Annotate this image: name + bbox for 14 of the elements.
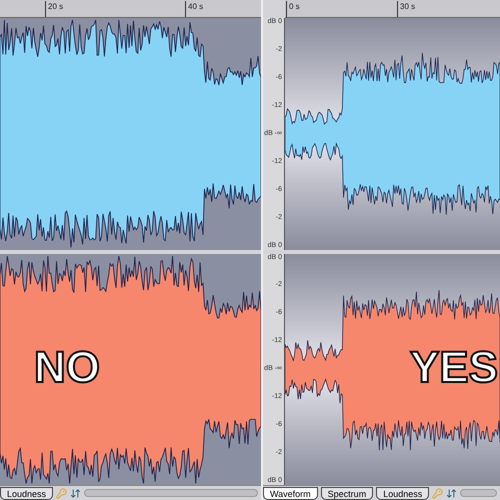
caption: YES — [410, 346, 498, 390]
view-tab[interactable]: Waveform — [263, 486, 318, 500]
view-tab[interactable]: Loudness — [0, 486, 54, 500]
arrows-icon[interactable] — [446, 488, 458, 498]
scrollbar[interactable] — [84, 489, 258, 497]
ruler-label: 40 s — [185, 1, 204, 17]
arrows-icon[interactable] — [70, 488, 82, 498]
caption: NO — [34, 346, 100, 390]
ruler-label: 0 s — [286, 1, 300, 17]
view-tab[interactable]: Loudness — [376, 486, 430, 500]
view-tab[interactable]: Spectrum — [320, 486, 374, 500]
ruler-label: 20 s — [45, 1, 64, 17]
ruler-label: 30 s — [397, 1, 416, 17]
scrollbar[interactable] — [460, 489, 497, 497]
